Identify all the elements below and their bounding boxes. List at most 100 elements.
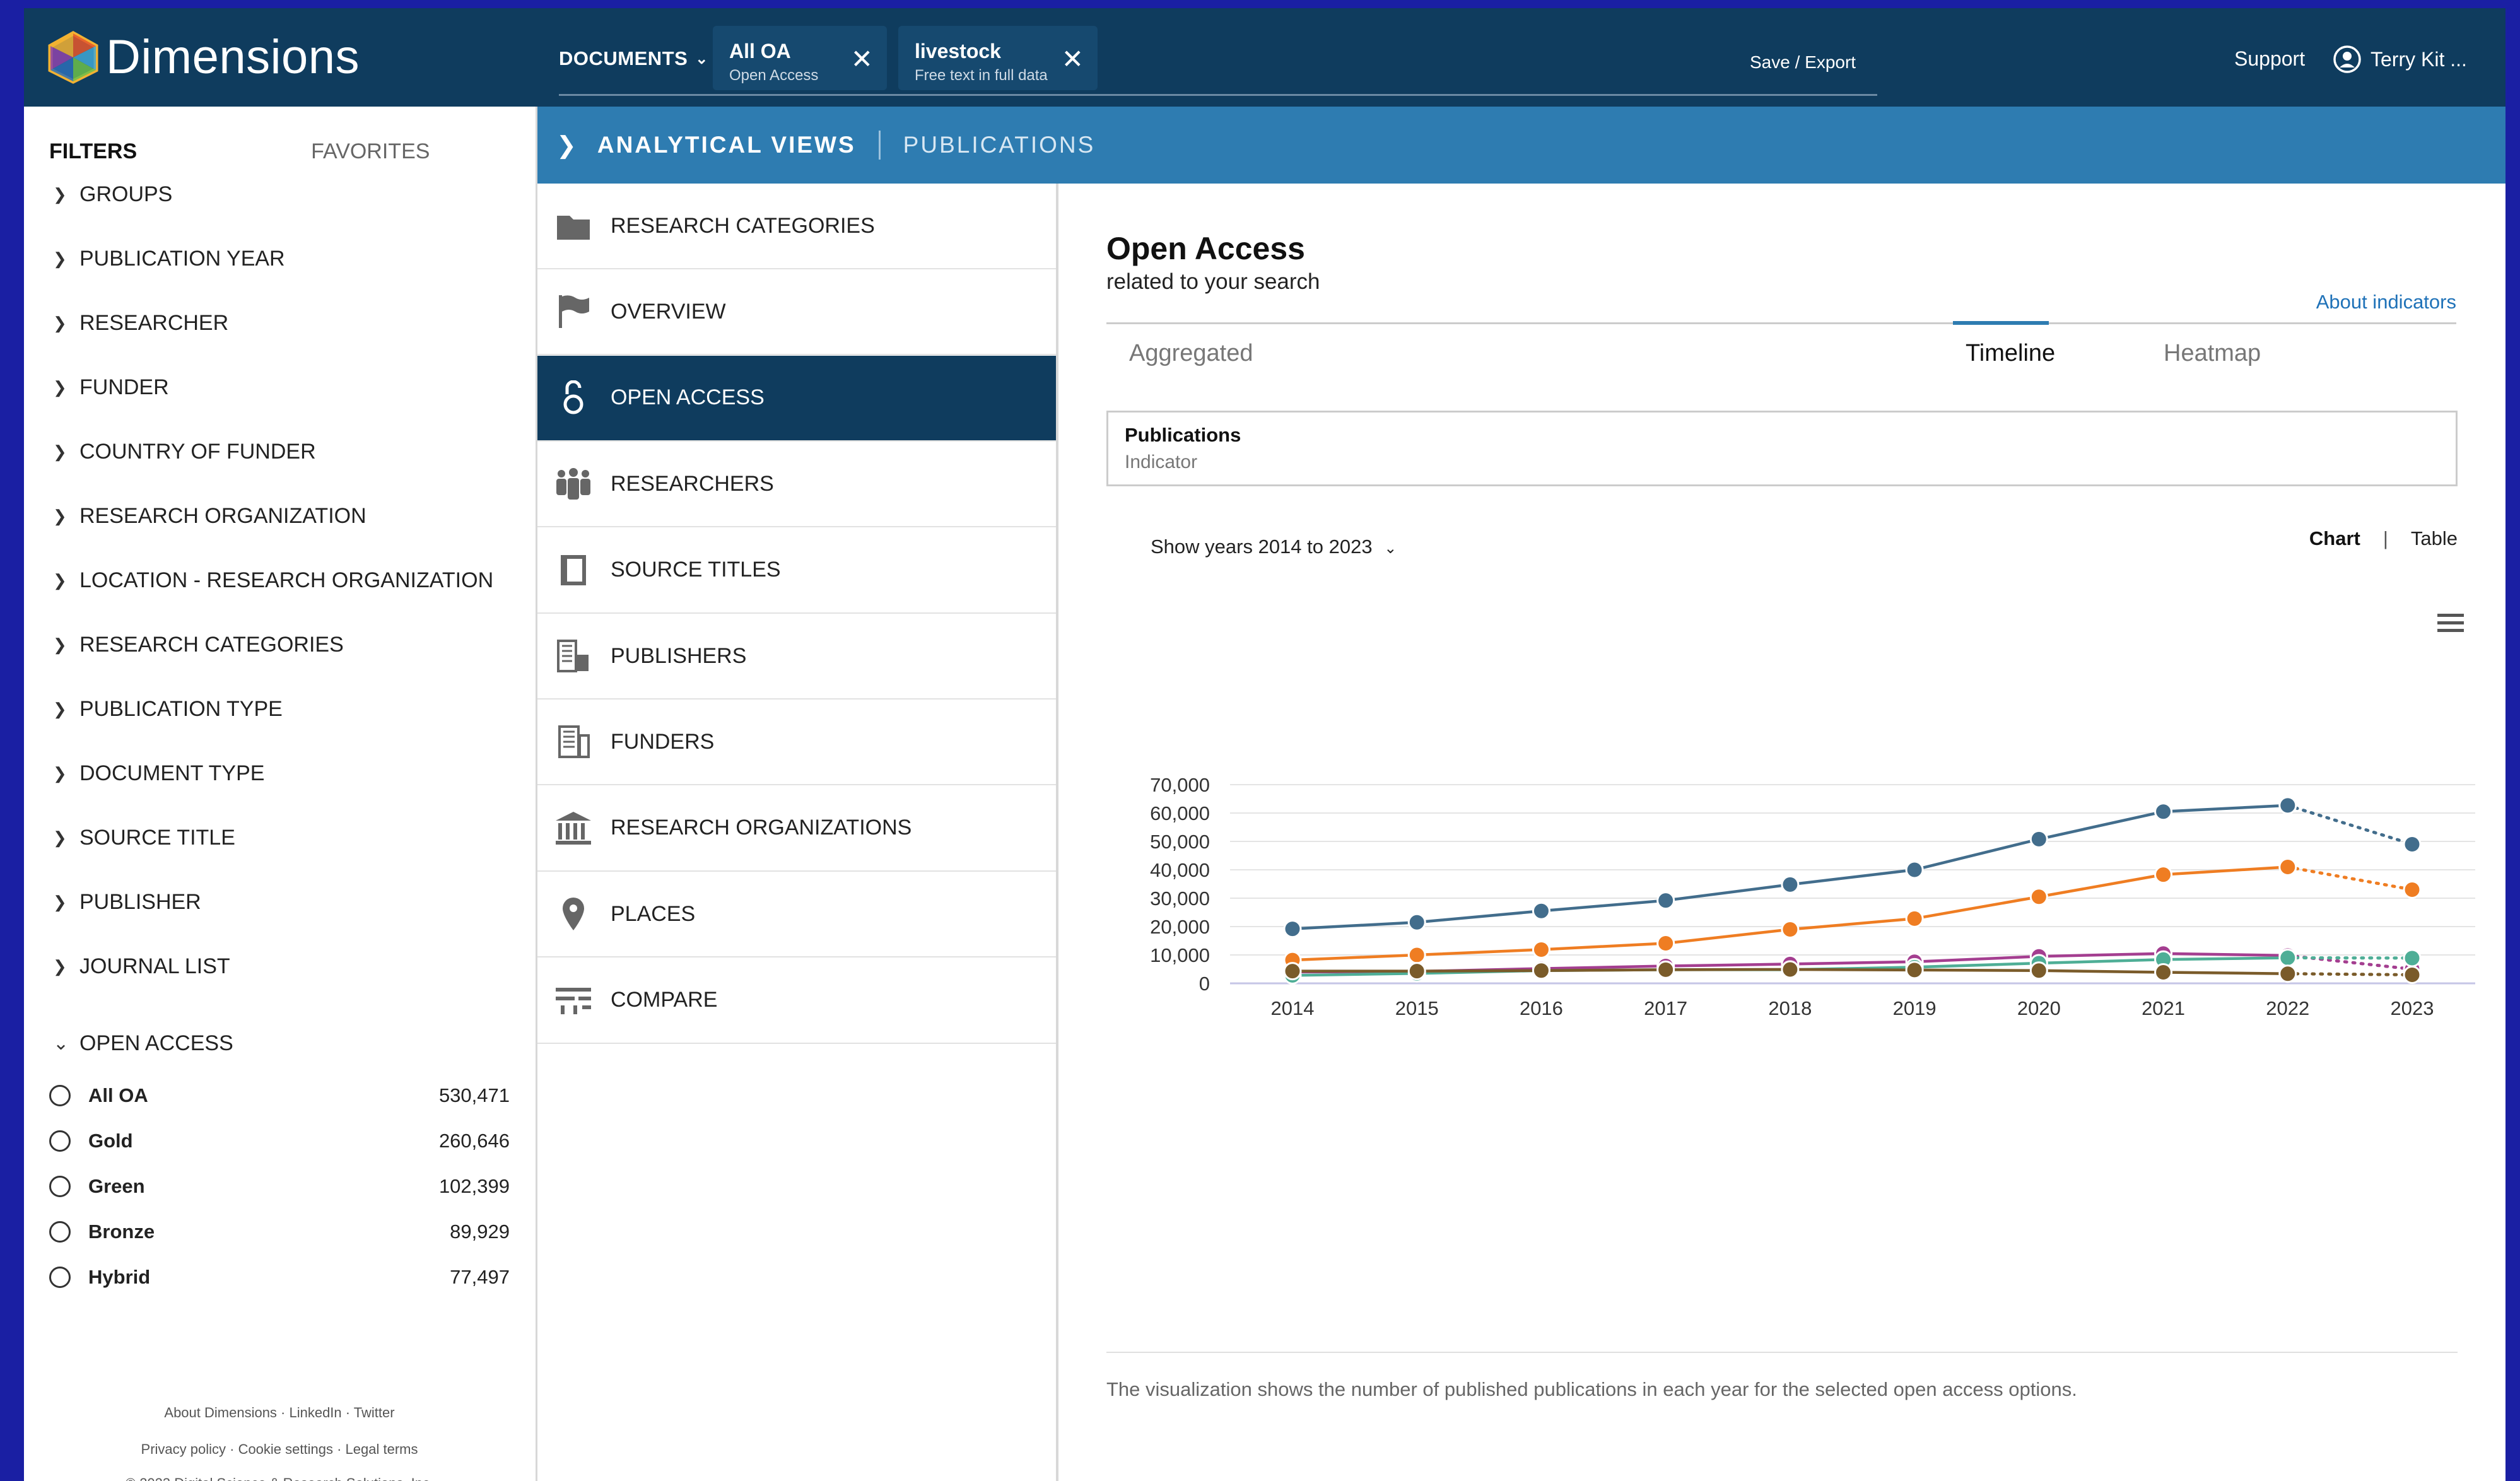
series-line-all-oa [1292, 804, 2288, 930]
radio-button[interactable] [49, 1130, 71, 1152]
filter-item[interactable]: ❯ FUNDER [53, 375, 169, 400]
view-item-label: RESEARCHERS [611, 471, 774, 496]
view-item-open-access[interactable]: OPEN ACCESS [537, 355, 1056, 442]
tab-favorites[interactable]: FAVORITES [311, 139, 430, 164]
tab-filters[interactable]: FILTERS [49, 139, 137, 164]
oa-option[interactable]: Gold 260,646 [49, 1130, 510, 1152]
chip-subtitle: Free text in full data [915, 67, 1048, 84]
view-item-researchers[interactable]: RESEARCHERS [537, 442, 1056, 528]
x-tick-label: 2021 [2142, 997, 2185, 1019]
oa-option[interactable]: Green 102,399 [49, 1175, 510, 1198]
view-item-overview[interactable]: OVERVIEW [537, 269, 1056, 356]
data-point [2403, 881, 2422, 899]
view-item-source-titles[interactable]: SOURCE TITLES [537, 528, 1056, 614]
main-content: Open Access related to your search About… [1058, 184, 2505, 1481]
y-tick-label: 50,000 [1150, 831, 1210, 853]
years-label: Show years 2014 to 2023 [1151, 536, 1373, 558]
save-export-button[interactable]: Save / Export [1750, 52, 1856, 73]
chart-description: The visualization shows the number of pu… [1106, 1378, 2077, 1400]
user-menu[interactable]: Terry Kit ... [2333, 45, 2467, 74]
view-item-publishers[interactable]: PUBLISHERS [537, 614, 1056, 700]
data-point [1656, 891, 1675, 910]
views-menu: RESEARCH CATEGORIES OVERVIEW OPEN ACCESS RE… [537, 184, 1058, 1481]
chevron-right-icon: ❯ [53, 506, 67, 525]
x-tick-label: 2023 [2391, 997, 2434, 1019]
radio-button[interactable] [49, 1221, 71, 1243]
view-item-funders[interactable]: FUNDERS [537, 700, 1056, 786]
footer-links-2[interactable]: Privacy policy · Cookie settings · Legal… [24, 1441, 535, 1458]
analytical-views-bar: ❯ ANALYTICAL VIEWS PUBLICATIONS [537, 107, 2505, 184]
view-item-label: PLACES [611, 901, 696, 926]
oa-option-count: 530,471 [438, 1084, 510, 1106]
table-view-button[interactable]: Table [2411, 527, 2458, 550]
filter-label: PUBLICATION YEAR [79, 247, 285, 271]
filter-label: FUNDER [79, 375, 169, 399]
data-point [2154, 963, 2173, 981]
radio-button[interactable] [49, 1085, 71, 1106]
user-name: Terry Kit ... [2371, 47, 2467, 71]
view-item-research-categories[interactable]: RESEARCH CATEGORIES [537, 184, 1056, 269]
footer-links-1[interactable]: About Dimensions · LinkedIn · Twitter [24, 1405, 535, 1421]
radio-button[interactable] [49, 1267, 71, 1288]
filter-item[interactable]: ❯ JOURNAL LIST [53, 954, 230, 979]
filter-item[interactable]: ❯ RESEARCH ORGANIZATION [53, 504, 366, 529]
about-indicators-link[interactable]: About indicators [2316, 291, 2456, 313]
filter-chip-all-oa[interactable]: All OA Open Access ✕ [713, 26, 887, 90]
chart-view-button[interactable]: Chart [2309, 527, 2360, 550]
documents-dropdown[interactable]: DOCUMENTS ⌄ [559, 47, 708, 70]
filter-item[interactable]: ❯ SOURCE TITLE [53, 826, 235, 850]
y-tick-label: 40,000 [1150, 859, 1210, 881]
filter-label: RESEARCH CATEGORIES [79, 633, 344, 657]
view-item-research-organizations[interactable]: RESEARCH ORGANIZATIONS [537, 786, 1056, 872]
institution-icon [554, 811, 593, 846]
filter-item[interactable]: ❯ COUNTRY OF FUNDER [53, 440, 316, 464]
data-point [2154, 802, 2173, 821]
view-item-label: PUBLISHERS [611, 643, 747, 668]
oa-option-label: Bronze [88, 1221, 155, 1243]
radio-button[interactable] [49, 1176, 71, 1197]
view-item-label: FUNDERS [611, 729, 715, 754]
filter-item[interactable]: ❯ PUBLISHER [53, 890, 201, 915]
close-icon[interactable]: ✕ [851, 44, 873, 74]
view-item-places[interactable]: PLACES [537, 872, 1056, 958]
oa-option[interactable]: Bronze 89,929 [49, 1221, 510, 1243]
filter-chip-livestock[interactable]: livestock Free text in full data ✕ [898, 26, 1098, 90]
dimensions-logo-icon [48, 30, 98, 84]
years-dropdown[interactable]: Show years 2014 to 2023 ⌄ [1151, 536, 1397, 558]
filter-item[interactable]: ❯ RESEARCHER [53, 311, 228, 336]
tab-timeline[interactable]: Timeline [1966, 340, 2055, 367]
filter-tabs: FILTERS FAVORITES [49, 139, 430, 164]
oa-option-label: Green [88, 1175, 145, 1197]
oa-option-count: 89,929 [450, 1221, 510, 1243]
oa-option[interactable]: Hybrid 77,497 [49, 1266, 510, 1289]
filter-item[interactable]: ❯ PUBLICATION TYPE [53, 697, 283, 722]
filter-item[interactable]: ❯ PUBLICATION YEAR [53, 247, 285, 271]
view-item-compare[interactable]: COMPARE [537, 958, 1056, 1044]
documents-label: DOCUMENTS [559, 47, 688, 69]
building-icon [554, 724, 593, 759]
filters-sidebar: FILTERS FAVORITES ❯ GROUPS ❯ PUBLICATION YE… [24, 107, 537, 1481]
filter-item[interactable]: ❯ RESEARCH CATEGORIES [53, 633, 344, 657]
data-point [1532, 940, 1550, 959]
indicator-title: Publications [1125, 424, 1241, 446]
oa-option[interactable]: All OA 530,471 [49, 1084, 510, 1107]
filter-label: PUBLICATION TYPE [79, 697, 283, 721]
filter-open-access[interactable]: ⌄ OPEN ACCESS [53, 1031, 233, 1056]
app-window: Dimensions DOCUMENTS ⌄ All OA Open Acces… [24, 8, 2505, 1481]
data-point [1407, 913, 1426, 932]
chevron-right-icon[interactable]: ❯ [556, 131, 578, 160]
map-pin-icon [554, 896, 593, 932]
tab-heatmap[interactable]: Heatmap [2164, 340, 2261, 367]
close-icon[interactable]: ✕ [1062, 44, 1084, 74]
tab-aggregated[interactable]: Aggregated [1129, 340, 1253, 367]
support-link[interactable]: Support [2234, 47, 2305, 71]
filter-item[interactable]: ❯ GROUPS [53, 182, 172, 207]
search-underline [559, 94, 1877, 96]
data-point [1656, 934, 1675, 953]
indicator-selector[interactable]: Publications Indicator [1106, 411, 2458, 486]
brand-logo[interactable]: Dimensions [47, 30, 360, 85]
y-tick-label: 10,000 [1150, 944, 1210, 966]
filter-item[interactable]: ❯ DOCUMENT TYPE [53, 761, 264, 786]
page-title: Open Access [1106, 231, 1305, 266]
filter-item[interactable]: ❯ LOCATION - RESEARCH ORGANIZATION [53, 568, 493, 593]
